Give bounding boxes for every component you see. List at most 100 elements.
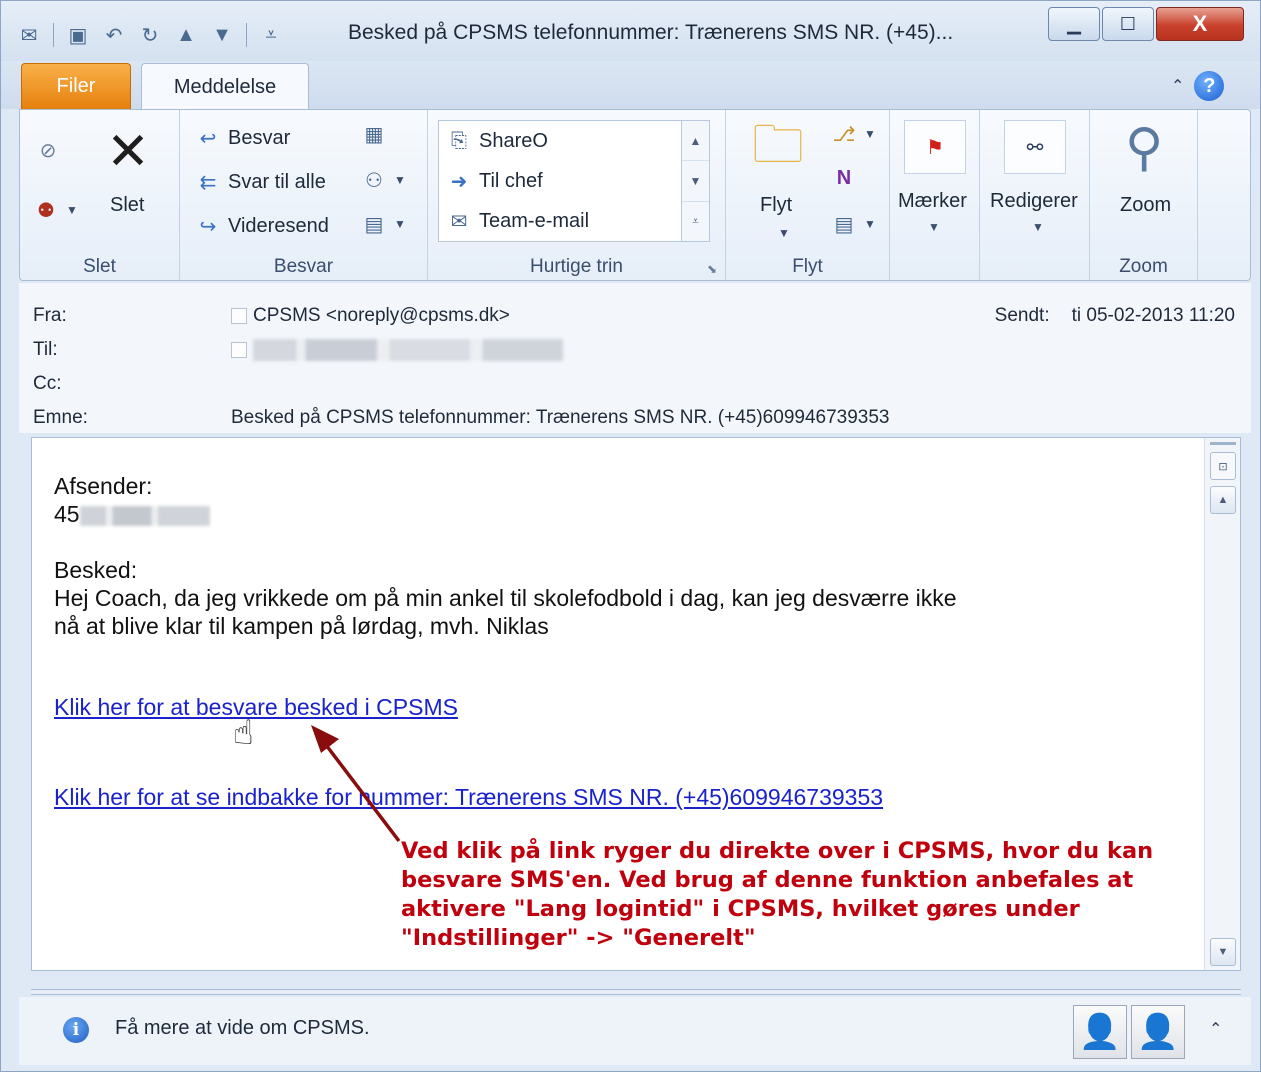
annotation-text: Ved klik på link ryger du direkte over i… [401,837,1153,953]
customize-icon[interactable]: ⩡ [257,21,285,49]
forward-icon: ↪ [199,215,217,238]
minimize-ribbon-icon[interactable]: ⌃ [1171,76,1184,96]
contact-checkbox[interactable] [231,308,247,324]
flag-button[interactable]: ⚑ [904,120,966,174]
scroll-down-icon[interactable]: ▼ [1210,938,1236,966]
save-icon[interactable]: ▣ [64,21,92,49]
tab-meddelelse[interactable]: Meddelelse [141,63,309,110]
annotation-line-3: aktivere "Lang logintid" i CPSMS, hvilke… [401,896,1080,922]
annotation-line-4: "Indstillinger" -> "Generelt" [401,925,756,951]
close-icon: X [1192,11,1208,36]
quick-step-til-chef[interactable]: ➜ Til chef [445,167,543,195]
sender-number: 45 [54,500,210,528]
chevron-down-icon: ▼ [928,220,940,234]
undo-icon[interactable]: ↶ [100,21,128,49]
quick-step-shareo[interactable]: ⎘ ShareO [445,127,548,155]
chevron-down-icon: ▼ [66,203,78,217]
expand-people-pane-icon[interactable]: ⌃ [1209,1019,1222,1039]
videresend-label: Videresend [228,214,329,237]
zoom-magnifier-icon: ⚲ [1124,119,1164,177]
vertical-scrollbar[interactable]: ⊡ ▲ ▼ [1204,438,1240,970]
group-redigerer: ⚯ Redigerer ▼ [980,110,1090,280]
scroll-up-icon[interactable]: ▲ [1210,486,1236,514]
title-bar: ✉ ▣ ↶ ↻ ▲ ▼ ⩡ Besked på CPSMS telefonnum… [1,1,1260,61]
help-icon[interactable]: ? [1194,71,1225,101]
from-value[interactable]: CPSMS <noreply@cpsms.dk> [231,305,510,327]
close-button[interactable]: X [1156,7,1244,41]
rules-button[interactable]: ⎇ ▼ [830,120,875,148]
group-hurtige-trin: ⎘ ShareO ➜ Til chef ✉ Team-e-mail ▲ ▼ ⩡ ⬊ H… [428,110,726,280]
videresend-button[interactable]: ↪ Videresend [194,212,329,240]
redacted-recipient [253,339,563,361]
delete-x-icon: ✕ [106,123,150,181]
gallery-more-icon[interactable]: ⩡ [682,202,709,241]
annotation-line-1: Ved klik på link ryger du direkte over i… [401,838,1154,864]
quick-access-toolbar: ✉ ▣ ↶ ↻ ▲ ▼ ⩡ [15,17,285,53]
group-maerker: ⚑ Mærker ▼ [890,110,980,280]
avatar[interactable]: 👤 [1131,1005,1185,1059]
people-pane-text[interactable]: Få mere at vide om CPSMS. [115,1017,370,1040]
tab-filer[interactable]: Filer [21,63,131,109]
find-button[interactable]: ⚯ [1004,120,1066,174]
quick-steps-scroll: ▲ ▼ ⩡ [681,121,709,241]
group-slet: ⊘ ⚉ ▼ ✕ Slet Slet [20,110,180,280]
flyt-button[interactable]: Flyt [760,194,792,217]
to-value[interactable] [231,339,563,361]
avatar[interactable]: 👤 [1073,1005,1127,1059]
onenote-button[interactable]: N [830,164,858,192]
team-email-icon: ✉ [450,210,468,233]
redigerer-button[interactable]: Redigerer [990,190,1078,213]
people-pane-splitter[interactable] [31,989,1241,995]
actions-button[interactable]: ▤ ▼ [830,210,876,238]
scroll-up-icon[interactable]: ▲ [682,121,709,162]
meeting-button[interactable]: ▦ [360,120,388,148]
more-respond-button[interactable]: ▤ ▼ [360,210,406,238]
zoom-button[interactable]: Zoom [1120,194,1171,217]
arrow-shaft [321,739,401,843]
junk-button[interactable]: ⚉ ▼ [32,196,78,224]
group-label-flyt: Flyt [792,256,823,277]
minimize-button[interactable]: ▁ [1048,7,1100,41]
qat-separator [53,23,54,47]
mail-icon[interactable]: ✉ [15,21,43,49]
chevron-down-icon: ▼ [394,173,406,187]
im-button[interactable]: ⚇ ▼ [360,166,406,194]
reply-link[interactable]: Klik her for at besvare besked i CPSMS [54,694,458,721]
cc-label: Cc: [33,373,62,394]
svar-til-alle-button[interactable]: ⇇ Svar til alle [194,168,326,196]
reading-pane-icon[interactable]: ⊡ [1210,452,1236,480]
contact-checkbox[interactable] [231,342,247,358]
maerker-button[interactable]: Mærker [898,190,967,213]
besvar-button[interactable]: ↩ Besvar [194,124,291,152]
group-label-besvar: Besvar [273,256,334,277]
quick-steps-gallery: ⎘ ShareO ➜ Til chef ✉ Team-e-mail ▲ ▼ ⩡ [438,120,710,242]
scroll-split-handle[interactable] [1210,442,1236,445]
message-line-2: nå at blive klar til kampen på lørdag, m… [54,613,549,639]
redacted-number [79,505,210,526]
up-icon[interactable]: ▲ [172,21,200,49]
group-flyt: 🗀 Flyt ▼ ⎇ ▼ N ▤ ▼ Flyt [726,110,890,280]
ignore-button[interactable]: ⊘ [34,136,62,164]
maximize-button[interactable]: ☐ [1102,7,1154,41]
from-address: CPSMS <noreply@cpsms.dk> [253,305,510,326]
inbox-link[interactable]: Klik her for at se indbakke for nummer: … [54,784,883,811]
ignore-icon: ⊘ [39,139,57,162]
outlook-message-window: ✉ ▣ ↶ ↻ ▲ ▼ ⩡ Besked på CPSMS telefonnum… [0,0,1261,1072]
down-icon[interactable]: ▼ [208,21,236,49]
quick-step-label: Team-e-mail [479,209,590,232]
window-controls: ▁ ☐ X [1048,7,1244,41]
subject-value: Besked på CPSMS telefonnummer: Trænerens… [231,407,890,428]
scroll-down-icon[interactable]: ▼ [682,161,709,202]
sent-info: Sendt: ti 05-02-2013 11:20 [995,305,1235,327]
meeting-icon: ▦ [364,123,384,146]
ribbon-tab-row: Filer Meddelelse ⌃ ? [1,61,1260,110]
quick-step-team-email[interactable]: ✉ Team-e-mail [445,207,589,235]
group-besvar: ↩ Besvar ⇇ Svar til alle ↪ Videresend ▦ ⚇ ▼ … [180,110,428,280]
slet-button[interactable]: Slet [110,194,144,217]
person-silhouette-icon: 👤 [1136,1013,1180,1051]
annotation-line-2: besvare SMS'en. Ved brug af denne funkti… [401,867,1134,893]
chevron-down-icon: ▼ [864,217,876,231]
redo-icon[interactable]: ↻ [136,21,164,49]
quick-step-label: ShareO [479,129,548,152]
chevron-down-icon: ▼ [778,226,790,240]
